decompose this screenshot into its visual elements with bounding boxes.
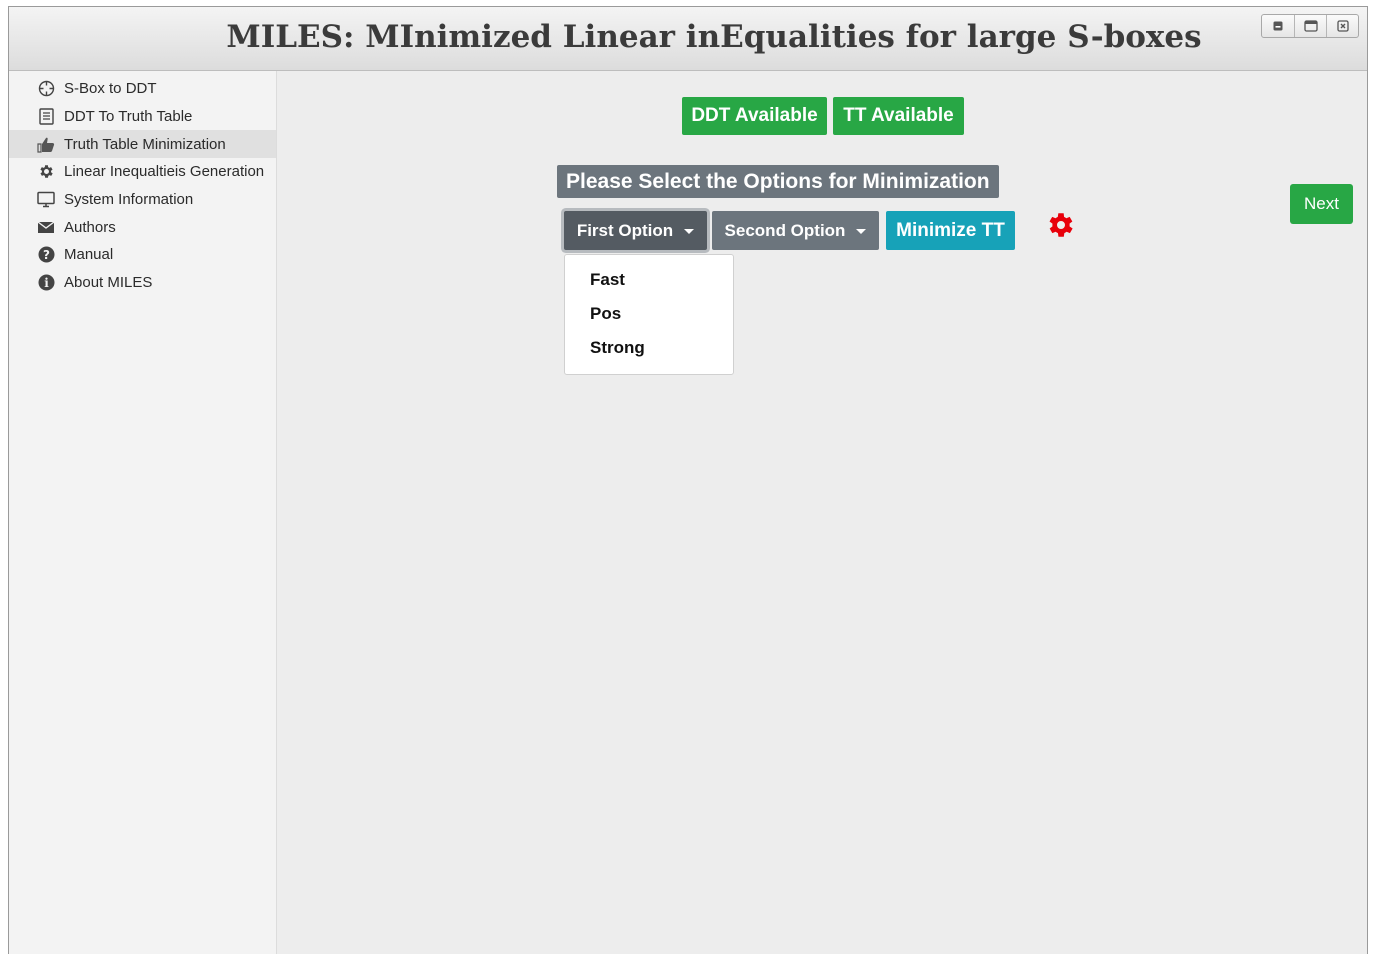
chevron-down-icon xyxy=(856,228,867,234)
title-bar: MILES: MInimized Linear inEqualities for… xyxy=(9,7,1367,71)
minimization-options-heading: Please Select the Options for Minimizati… xyxy=(557,165,999,198)
sidebar-item-label: Linear Inequaltieis Generation xyxy=(64,163,265,181)
dropdown-item-pos[interactable]: Pos xyxy=(565,297,733,331)
second-option-label: Second Option xyxy=(724,220,846,240)
svg-text:?: ? xyxy=(43,248,50,262)
dropdown-item-fast[interactable]: Fast xyxy=(565,263,733,297)
maximize-button[interactable] xyxy=(1294,15,1326,37)
minimize-button[interactable] xyxy=(1262,15,1294,37)
monitor-icon xyxy=(37,191,55,209)
loading-gear-icon xyxy=(1049,213,1073,237)
close-icon xyxy=(1336,20,1349,32)
info-icon: i xyxy=(37,274,55,292)
next-button[interactable]: Next xyxy=(1290,184,1353,224)
first-option-dropdown[interactable]: First Option xyxy=(564,211,707,250)
sidebar-item-label: System Information xyxy=(64,191,194,209)
gear-icon xyxy=(37,163,55,181)
sidebar-item-ddt-to-truth-table[interactable]: DDT To Truth Table xyxy=(9,103,276,131)
tt-available-badge[interactable]: TT Available xyxy=(833,97,964,135)
minimize-tt-button[interactable]: Minimize TT xyxy=(886,211,1015,250)
sidebar-item-authors[interactable]: Authors xyxy=(9,213,276,241)
document-icon xyxy=(37,108,55,126)
maximize-icon xyxy=(1303,20,1318,32)
thumbs-up-icon xyxy=(37,135,55,153)
close-button[interactable] xyxy=(1326,15,1358,37)
crosshair-icon xyxy=(37,80,55,98)
minimize-icon xyxy=(1273,21,1283,31)
first-option-menu: Fast Pos Strong xyxy=(564,254,734,375)
ddt-available-badge[interactable]: DDT Available xyxy=(682,97,827,135)
sidebar-item-truth-table-minimization[interactable]: Truth Table Minimization xyxy=(9,130,276,159)
sidebar-item-label: Manual xyxy=(64,246,114,264)
question-icon: ? xyxy=(37,246,55,264)
sidebar-item-label: S-Box to DDT xyxy=(64,80,157,98)
first-option-label: First Option xyxy=(576,220,674,240)
window-title: MILES: MInimized Linear inEqualities for… xyxy=(226,19,1202,55)
envelope-icon xyxy=(37,218,55,236)
sidebar: S-Box to DDT DDT To Truth Table Truth Ta… xyxy=(9,71,277,954)
app-window: MILES: MInimized Linear inEqualities for… xyxy=(8,6,1368,954)
sidebar-item-system-information[interactable]: System Information xyxy=(9,186,276,214)
sidebar-item-label: DDT To Truth Table xyxy=(64,108,193,126)
chevron-down-icon xyxy=(684,228,695,234)
sidebar-item-linear-inequalities-generation[interactable]: Linear Inequaltieis Generation xyxy=(9,158,276,186)
svg-text:i: i xyxy=(44,276,49,290)
sidebar-item-label: Authors xyxy=(64,218,116,236)
window-controls xyxy=(1261,14,1359,38)
sidebar-item-sbox-to-ddt[interactable]: S-Box to DDT xyxy=(9,75,276,103)
sidebar-item-manual[interactable]: ? Manual xyxy=(9,241,276,269)
sidebar-item-label: About MILES xyxy=(64,274,153,292)
dropdown-item-strong[interactable]: Strong xyxy=(565,331,733,365)
sidebar-item-about-miles[interactable]: i About MILES xyxy=(9,269,276,297)
sidebar-item-label: Truth Table Minimization xyxy=(64,135,226,153)
second-option-dropdown[interactable]: Second Option xyxy=(712,211,879,250)
